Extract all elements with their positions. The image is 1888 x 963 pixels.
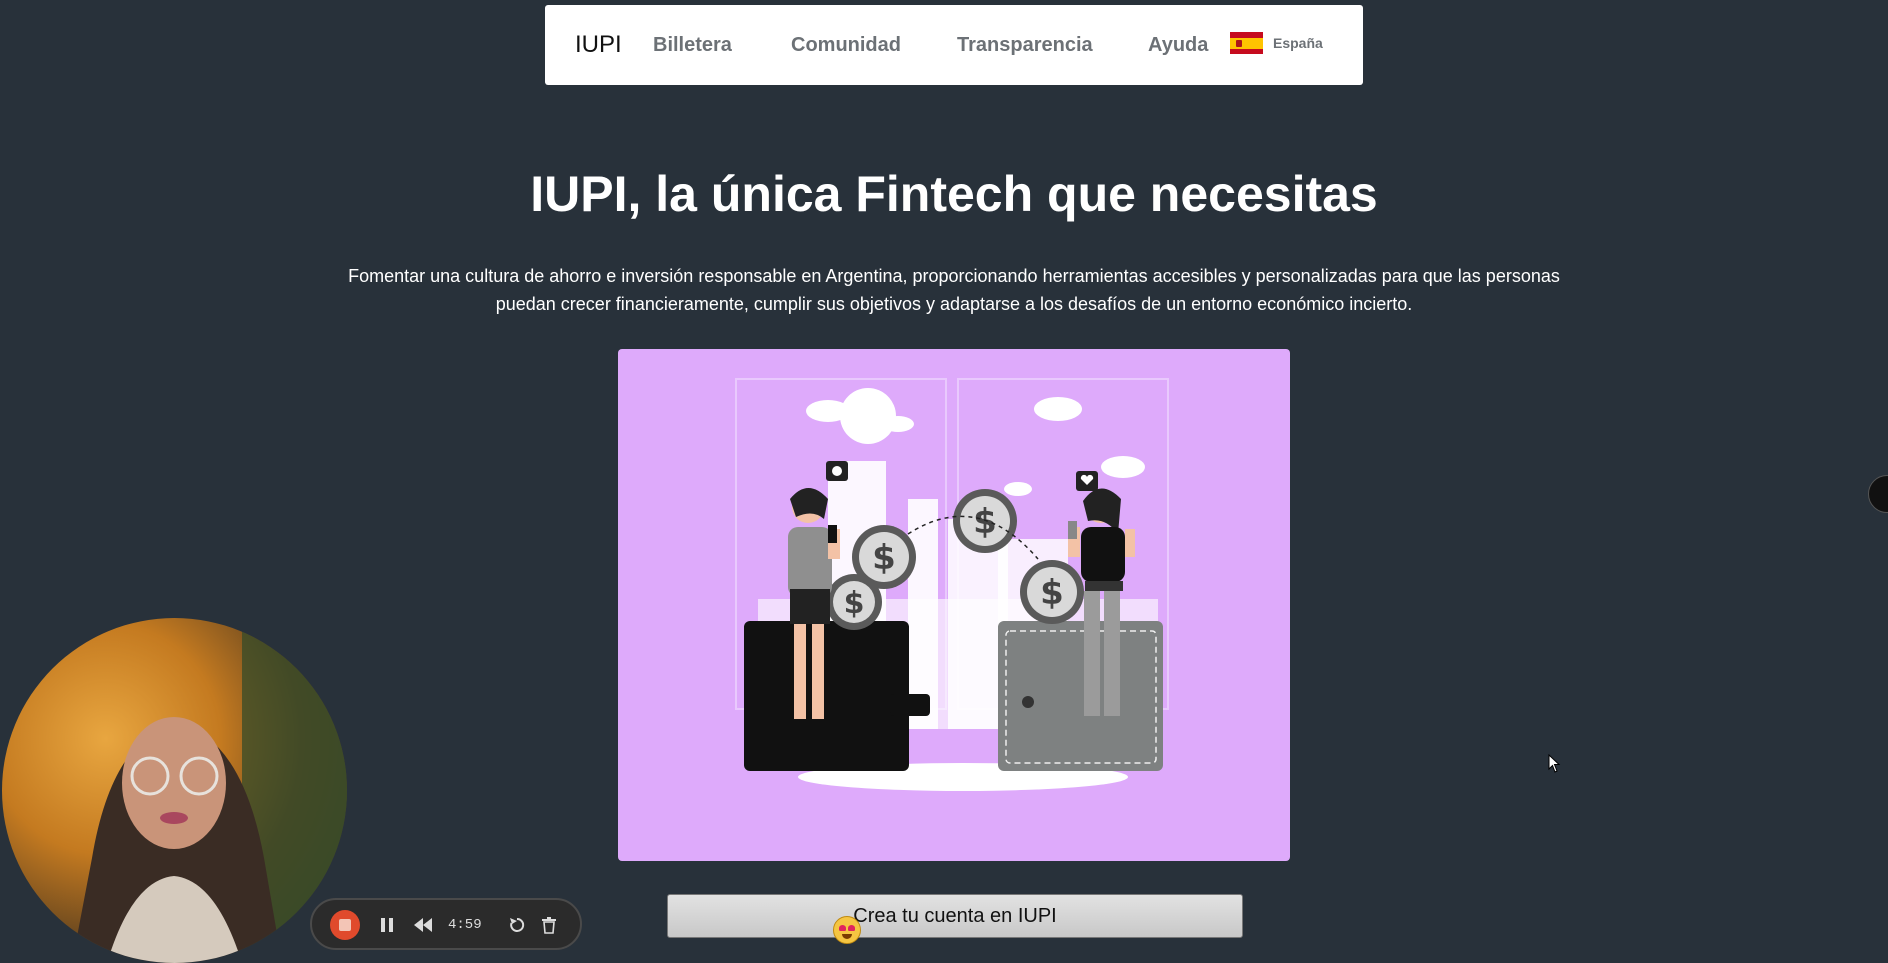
hero-title: IUPI, la única Fintech que necesitas [530,166,1378,222]
svg-text:$: $ [973,502,997,542]
language-selector[interactable]: España [1230,32,1323,54]
side-widget-button[interactable] [1868,475,1888,513]
recording-timer: 4:59 [448,917,482,933]
wallet-black-icon [744,621,909,771]
trash-icon [542,917,556,934]
heart-eyes-emoji-icon [833,916,861,944]
language-label: España [1273,35,1323,51]
create-account-button[interactable]: Crea tu cuenta en IUPI [667,894,1243,938]
nav-link-comunidad[interactable]: Comunidad [791,5,901,85]
sun-icon [840,388,896,444]
hero-illustration: $ $ $ $ [618,349,1290,861]
restart-icon [510,917,525,932]
brand-logo[interactable]: IUPI [575,5,622,85]
wallet-grey-icon [998,621,1163,771]
webcam-bubble[interactable] [2,618,347,963]
fintech-illustration-svg: $ $ $ $ [735,378,1169,791]
presenter-video [72,618,347,963]
spain-flag-icon [1230,32,1263,54]
rewind-icon [414,918,432,932]
screen-recorder-toolbar: 4:59 [310,898,582,950]
hero-subtitle: Fomentar una cultura de ahorro e inversi… [348,266,1560,314]
delete-button[interactable] [534,910,564,940]
top-navbar: IUPI Billetera Comunidad Transparencia A… [545,5,1363,85]
mouse-cursor-icon [1548,754,1561,773]
nav-link-ayuda[interactable]: Ayuda [1148,5,1208,85]
svg-text:$: $ [1040,573,1064,613]
svg-text:$: $ [872,538,896,578]
restart-button[interactable] [502,910,532,940]
svg-text:$: $ [844,586,865,621]
pause-icon [381,918,393,932]
pause-button[interactable] [372,910,402,940]
nav-link-transparencia[interactable]: Transparencia [957,5,1093,85]
nav-link-billetera[interactable]: Billetera [653,5,732,85]
rewind-button[interactable] [408,910,438,940]
stop-recording-button[interactable] [330,910,360,940]
cloud-icon [1034,397,1082,421]
